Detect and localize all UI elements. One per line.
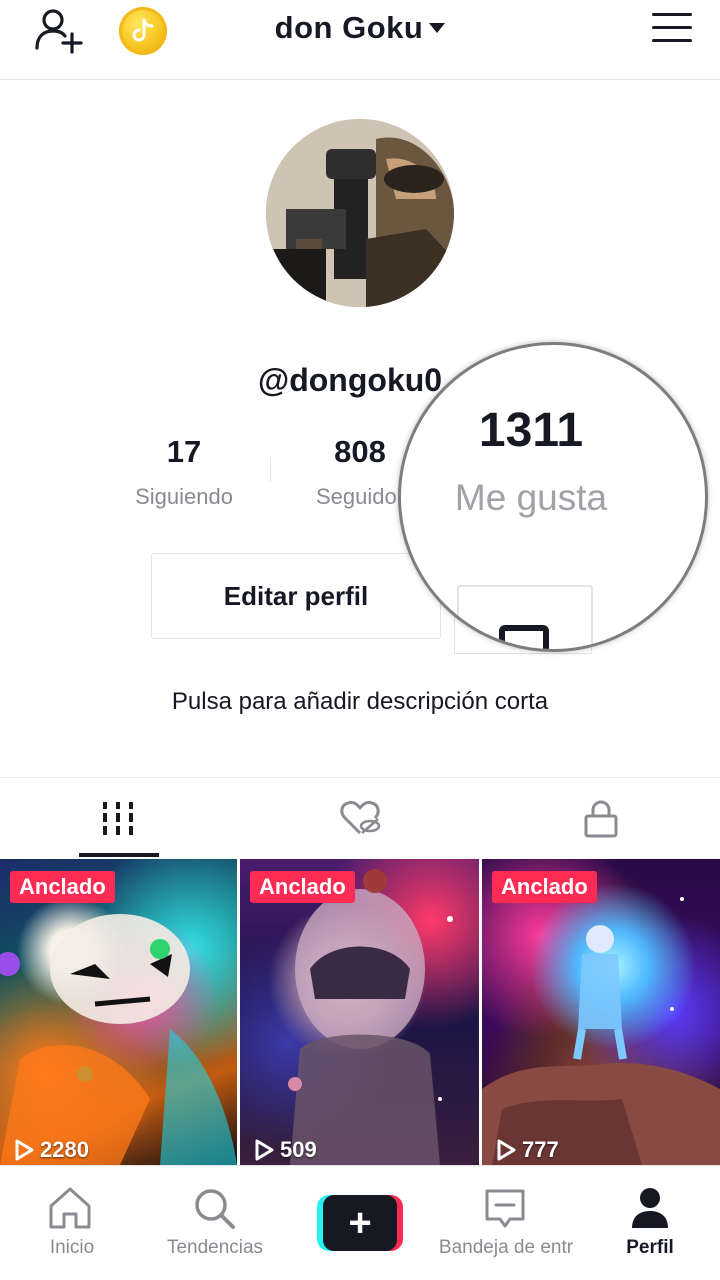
nav-inbox[interactable]: Bandeja de entr — [432, 1166, 580, 1280]
pinned-badge: Anclado — [492, 871, 597, 903]
thumbnail-art — [268, 869, 453, 1165]
hamburger-line — [652, 26, 692, 29]
active-tab-indicator — [79, 853, 159, 857]
hamburger-line — [652, 39, 692, 42]
profile-avatar[interactable] — [266, 119, 454, 307]
view-count-value: 777 — [522, 1137, 559, 1162]
stat-divider — [270, 458, 271, 482]
nav-home[interactable]: Inicio — [0, 1166, 144, 1280]
profile-tabs — [0, 777, 720, 859]
caret-down-icon — [429, 22, 446, 33]
nav-discover[interactable]: Tendencias — [143, 1166, 287, 1280]
nav-profile[interactable]: Perfil — [578, 1166, 720, 1280]
username-text: don Goku — [274, 10, 424, 45]
username-switcher[interactable]: don Goku — [0, 10, 720, 46]
likes-count: 1311 — [478, 404, 584, 457]
following-stat[interactable]: 17 Siguiendo — [104, 434, 264, 510]
pinned-badge: Anclado — [250, 871, 355, 903]
bookmark-box — [457, 585, 593, 649]
create-video-button[interactable]: + — [317, 1195, 403, 1251]
edit-profile-button[interactable]: Editar perfil — [151, 553, 441, 639]
following-count: 17 — [166, 434, 202, 469]
lock-icon — [584, 800, 618, 838]
video-thumbnail[interactable]: Anclado 509 — [240, 859, 479, 1165]
thumbnail-art — [0, 914, 237, 1165]
nav-home-label: Inicio — [49, 1237, 95, 1258]
view-count: 777 — [496, 1137, 559, 1163]
tab-liked[interactable] — [240, 778, 480, 860]
home-icon — [49, 1187, 91, 1229]
play-icon — [497, 1139, 516, 1161]
top-bar: don Goku — [0, 0, 720, 80]
profile-icon — [632, 1188, 668, 1228]
view-count-value: 2280 — [40, 1137, 89, 1162]
hamburger-menu-icon — [652, 13, 692, 16]
view-count-value: 509 — [280, 1137, 317, 1162]
video-grid: Anclado 2280 Anclado 509 Anclado 777 — [0, 859, 720, 1165]
nav-profile-label: Perfil — [626, 1237, 674, 1258]
nav-discover-label: Tendencias — [166, 1237, 264, 1258]
grid-videos-icon — [103, 802, 133, 835]
menu-button[interactable] — [652, 13, 692, 45]
play-icon — [15, 1139, 34, 1161]
tab-private[interactable] — [480, 778, 720, 860]
inbox-icon — [485, 1189, 525, 1228]
video-thumbnail[interactable]: Anclado 2280 — [0, 859, 237, 1165]
pinned-badge: Anclado — [10, 871, 115, 903]
bottom-navigation: Inicio Tendencias + Bandeja de entr Perf… — [0, 1165, 720, 1280]
likes-stat-zoom[interactable]: 1311 Me gusta — [398, 342, 708, 652]
bio-placeholder[interactable]: Pulsa para añadir descripción corta — [0, 688, 720, 716]
bookmark-icon — [499, 625, 549, 649]
profile-handle: @dongoku0 — [258, 362, 443, 398]
likes-label: Me gusta — [454, 477, 608, 518]
tab-videos[interactable] — [0, 778, 240, 860]
view-count: 509 — [254, 1137, 317, 1163]
search-icon — [195, 1189, 235, 1229]
liked-hidden-icon — [340, 800, 381, 835]
following-label: Siguiendo — [135, 484, 233, 509]
nav-inbox-label: Bandeja de entr — [438, 1237, 574, 1258]
create-plus-icon: + — [348, 1201, 372, 1245]
video-thumbnail[interactable]: Anclado 777 — [482, 859, 720, 1165]
play-icon — [255, 1139, 274, 1161]
avatar-image — [266, 119, 454, 307]
thumbnail-art — [482, 887, 720, 1165]
view-count: 2280 — [14, 1137, 89, 1163]
